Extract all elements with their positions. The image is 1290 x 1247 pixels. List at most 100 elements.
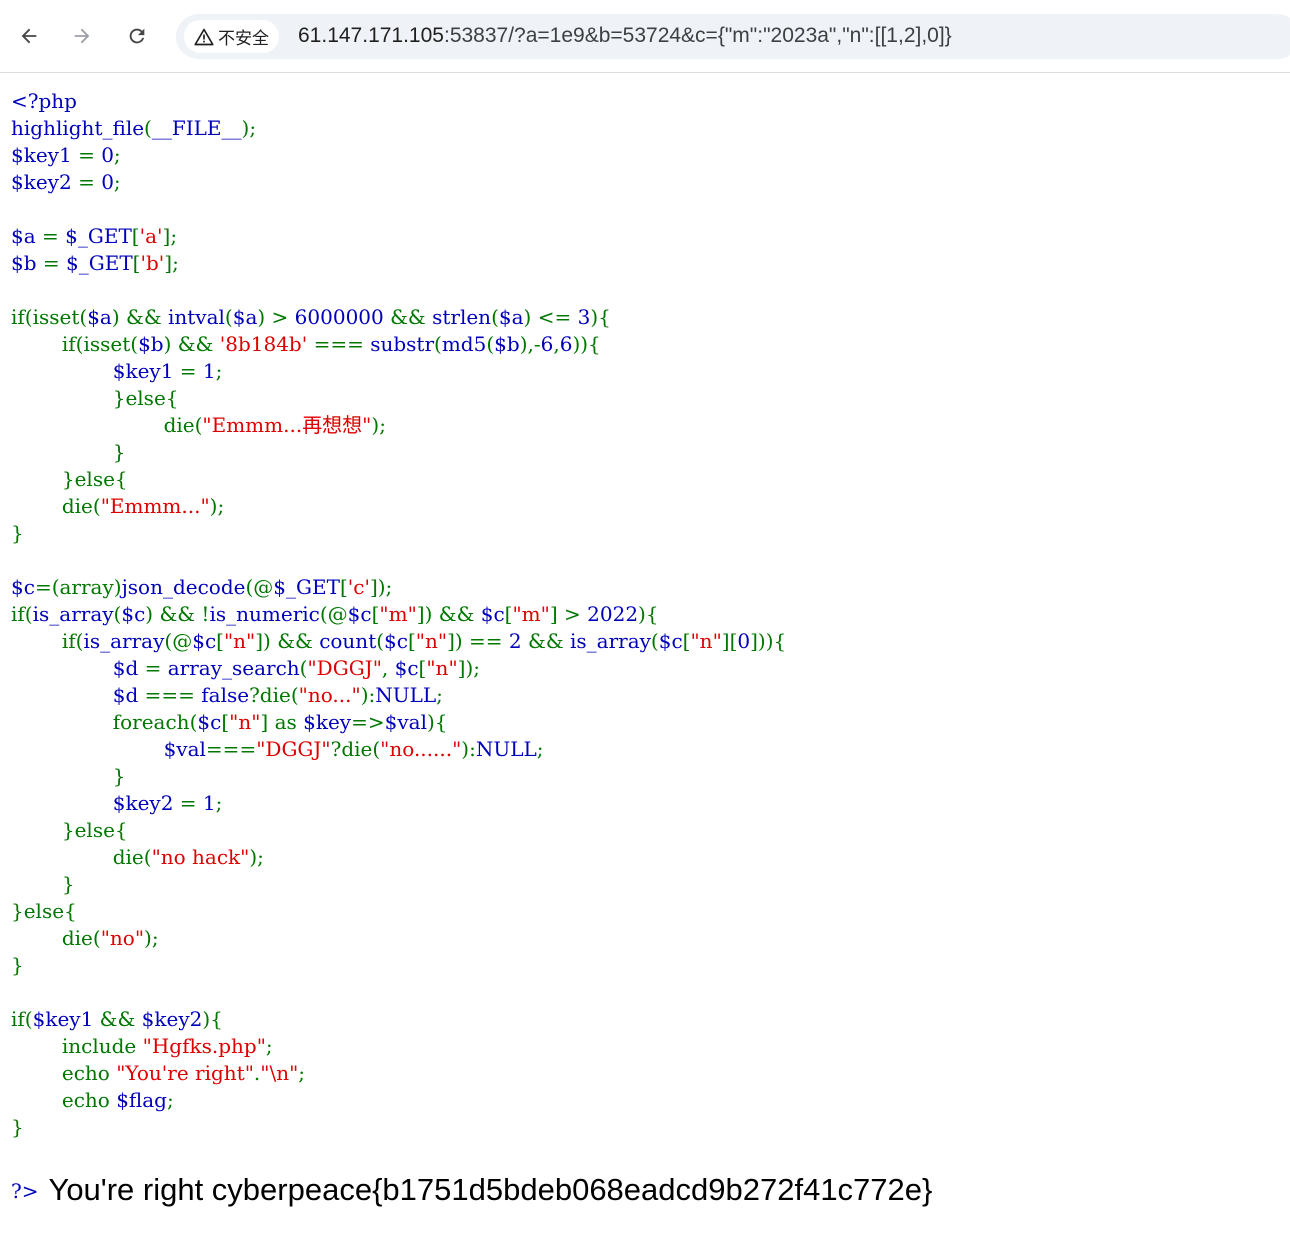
- code-token: "n": [416, 629, 447, 653]
- code-token: "n": [224, 629, 255, 653]
- code-line: }: [11, 872, 75, 896]
- url-text[interactable]: 61.147.171.105:53837/?a=1e9&b=53724&c={"…: [298, 24, 952, 48]
- code-token: ) <=: [524, 305, 578, 329]
- code-token: 0: [101, 143, 114, 167]
- code-token: die(: [11, 413, 202, 437]
- code-line: echo "You're right"."\n";: [11, 1061, 305, 1085]
- code-token: =: [180, 359, 203, 383]
- code-line: }: [11, 953, 24, 977]
- code-line: if(isset($b) && '8b184b' === substr(md5(…: [11, 332, 601, 356]
- code-line: }: [11, 440, 125, 464]
- code-token: (: [225, 305, 233, 329]
- code-token: 6: [541, 332, 554, 356]
- code-token: $b: [138, 332, 164, 356]
- code-token: );: [249, 845, 264, 869]
- code-token: (: [651, 629, 659, 653]
- flag-output-text: You're right cyberpeace{b1751d5bdeb068ea…: [48, 1172, 932, 1207]
- code-token: 6: [560, 332, 573, 356]
- code-token: );: [210, 494, 225, 518]
- security-label: 不安全: [218, 24, 269, 49]
- forward-button[interactable]: [64, 18, 100, 54]
- code-token: ] as: [260, 710, 303, 734]
- code-token: =: [145, 656, 168, 680]
- forward-arrow-icon: [71, 25, 93, 47]
- code-line: }: [11, 1115, 24, 1139]
- code-token: "n": [229, 710, 260, 734]
- code-token: ]);: [370, 575, 392, 599]
- code-line: }else{: [11, 467, 128, 491]
- code-token: 1: [203, 791, 216, 815]
- code-token: $key2: [11, 791, 180, 815]
- code-token: $key: [303, 710, 351, 734]
- code-token: ):: [461, 737, 476, 761]
- code-token: "no...": [299, 683, 361, 707]
- code-token: 'b': [140, 251, 164, 275]
- address-bar[interactable]: 不安全 61.147.171.105:53837/?a=1e9&b=53724&…: [176, 14, 1290, 59]
- code-token: $val: [11, 737, 206, 761]
- code-token: $c: [481, 602, 505, 626]
- url-path: :53837/?a=1e9&b=53724&c={"m":"2023a","n"…: [444, 24, 952, 47]
- code-token: ;: [298, 1061, 305, 1085]
- code-line: $key1 = 1;: [11, 359, 222, 383]
- code-line: if(is_array(@$c["n"]) && count($c["n"]) …: [11, 629, 786, 653]
- code-line: $a = $_GET['a'];: [11, 224, 177, 248]
- code-token: 6000000: [295, 305, 390, 329]
- code-token: ;: [537, 737, 544, 761]
- code-token: $c: [192, 629, 216, 653]
- code-token: die(: [11, 926, 101, 950]
- code-token: $flag: [116, 1088, 167, 1112]
- code-token: if(isset(: [11, 305, 87, 329]
- code-token: "\n": [260, 1061, 298, 1085]
- code-token: "DGGJ": [256, 737, 330, 761]
- code-token: ;: [114, 170, 121, 194]
- code-token: (: [144, 116, 152, 140]
- code-line: highlight_file(__FILE__);: [11, 116, 256, 140]
- code-token: json_decode: [122, 575, 246, 599]
- code-token: $c: [384, 629, 408, 653]
- code-token: "Hgfks.php": [143, 1034, 266, 1058]
- code-token: 'a': [140, 224, 163, 248]
- code-token: }: [11, 440, 125, 464]
- code-token: "Emmm...再想想": [202, 413, 371, 437]
- code-token: ] >: [550, 602, 587, 626]
- code-token: &&: [100, 1007, 142, 1031]
- code-token: ])){: [750, 629, 786, 653]
- code-token: "n": [426, 656, 457, 680]
- back-button[interactable]: [11, 18, 47, 54]
- code-token: $_GET: [65, 224, 132, 248]
- code-token: ]) &&: [255, 629, 319, 653]
- code-token: ){: [638, 602, 659, 626]
- code-token: }: [11, 1115, 24, 1139]
- code-token: )): [572, 332, 588, 356]
- security-chip[interactable]: 不安全: [184, 20, 279, 53]
- code-token: $key2: [142, 1007, 203, 1031]
- code-token: [: [408, 629, 416, 653]
- code-token: $key1: [11, 359, 180, 383]
- code-token: ) &&: [164, 332, 220, 356]
- code-token: (@: [245, 575, 273, 599]
- code-token: md5: [442, 332, 487, 356]
- reload-button[interactable]: [119, 18, 155, 54]
- code-token: }: [11, 953, 24, 977]
- code-token: }: [11, 872, 75, 896]
- code-token: $a: [233, 305, 258, 329]
- code-token: "Emmm...": [101, 494, 210, 518]
- code-line: }else{: [11, 899, 77, 923]
- code-token: );: [371, 413, 386, 437]
- code-token: );: [144, 926, 159, 950]
- code-line: if($key1 && $key2){: [11, 1007, 223, 1031]
- code-line: if(isset($a) && intval($a) > 6000000 && …: [11, 305, 611, 329]
- code-token: }else{: [11, 467, 128, 491]
- code-token: (: [491, 305, 499, 329]
- code-token: include: [11, 1034, 143, 1058]
- code-token: foreach(: [11, 710, 197, 734]
- code-token: ===: [314, 332, 371, 356]
- code-token: if(: [11, 629, 83, 653]
- code-token: ){: [590, 305, 611, 329]
- code-token: ;: [216, 791, 223, 815]
- code-token: &&: [390, 305, 432, 329]
- code-token: ){: [202, 1007, 223, 1031]
- code-token: ):: [361, 683, 376, 707]
- code-line: if(is_array($c) && !is_numeric(@$c["m"])…: [11, 602, 659, 626]
- code-token: }else{: [11, 386, 179, 410]
